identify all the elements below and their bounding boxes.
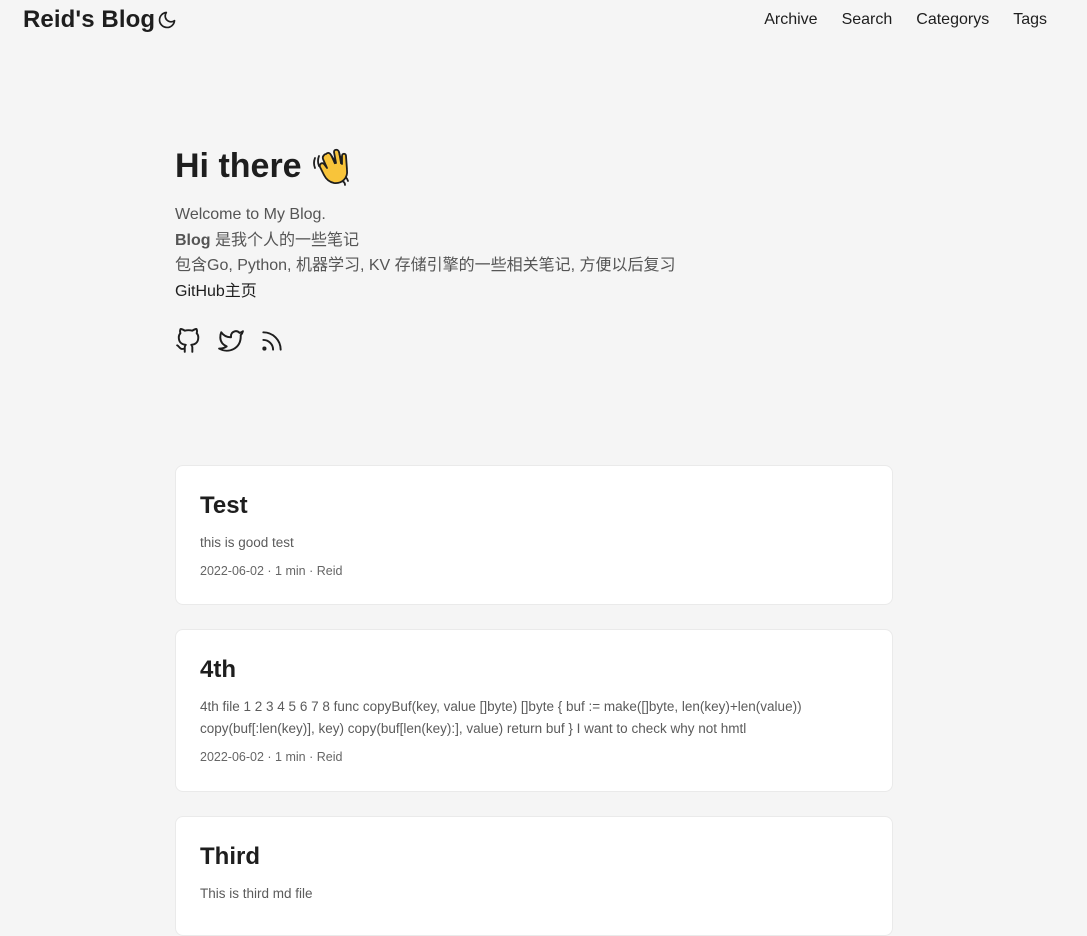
social-icons: [175, 328, 895, 356]
home-title: Hi there: [175, 147, 302, 185]
blog-desc-line: Blog 是我个人的一些笔记: [175, 228, 895, 254]
home-intro: Welcome to My Blog. Blog 是我个人的一些笔记 包含Go,…: [175, 202, 895, 304]
topics-line: 包含Go, Python, 机器学习, KV 存储引擎的一些相关笔记, 方便以后…: [175, 257, 676, 274]
main-nav: Archive Search Categorys Tags: [764, 10, 1047, 30]
site-header: Reid's Blog Archive Search Categorys Tag…: [0, 0, 1087, 44]
blog-bold-word: Blog: [175, 231, 211, 249]
nav-categorys[interactable]: Categorys: [916, 10, 989, 30]
post-meta: 2022-06-02 · 1 min · Reid: [200, 750, 343, 764]
post-title[interactable]: Test: [200, 490, 868, 522]
post-entry[interactable]: Test this is good test 2022-06-02 · 1 mi…: [175, 465, 893, 605]
github-icon[interactable]: [175, 328, 203, 356]
nav-search[interactable]: Search: [842, 10, 893, 30]
post-entry[interactable]: 4th 4th file 1 2 3 4 5 6 7 8 func copyBu…: [175, 629, 893, 792]
post-summary: This is third md file: [200, 886, 313, 901]
post-summary: this is good test: [200, 535, 294, 550]
welcome-line: Welcome to My Blog.: [175, 206, 326, 223]
post-title[interactable]: 4th: [200, 654, 868, 686]
post-meta: 2022-06-02 · 1 min · Reid: [200, 564, 343, 578]
twitter-icon[interactable]: [217, 328, 245, 356]
home-info: Hi there Welcome to My Blog. Blog 是我个人的一…: [175, 144, 895, 356]
post-title[interactable]: Third: [200, 841, 868, 873]
blog-desc-rest: 是我个人的一些笔记: [210, 231, 359, 249]
post-summary: 4th file 1 2 3 4 5 6 7 8 func copyBuf(ke…: [200, 699, 802, 736]
github-homepage-link[interactable]: GitHub主页: [175, 283, 257, 300]
home-title-row: Hi there: [175, 144, 895, 188]
site-logo[interactable]: Reid's Blog: [23, 6, 155, 34]
waving-hand-icon: [312, 146, 352, 186]
nav-tags[interactable]: Tags: [1013, 10, 1047, 30]
nav-archive[interactable]: Archive: [764, 10, 817, 30]
rss-icon[interactable]: [259, 328, 287, 356]
post-entry[interactable]: Third This is third md file: [175, 816, 893, 936]
moon-icon[interactable]: [157, 10, 177, 30]
